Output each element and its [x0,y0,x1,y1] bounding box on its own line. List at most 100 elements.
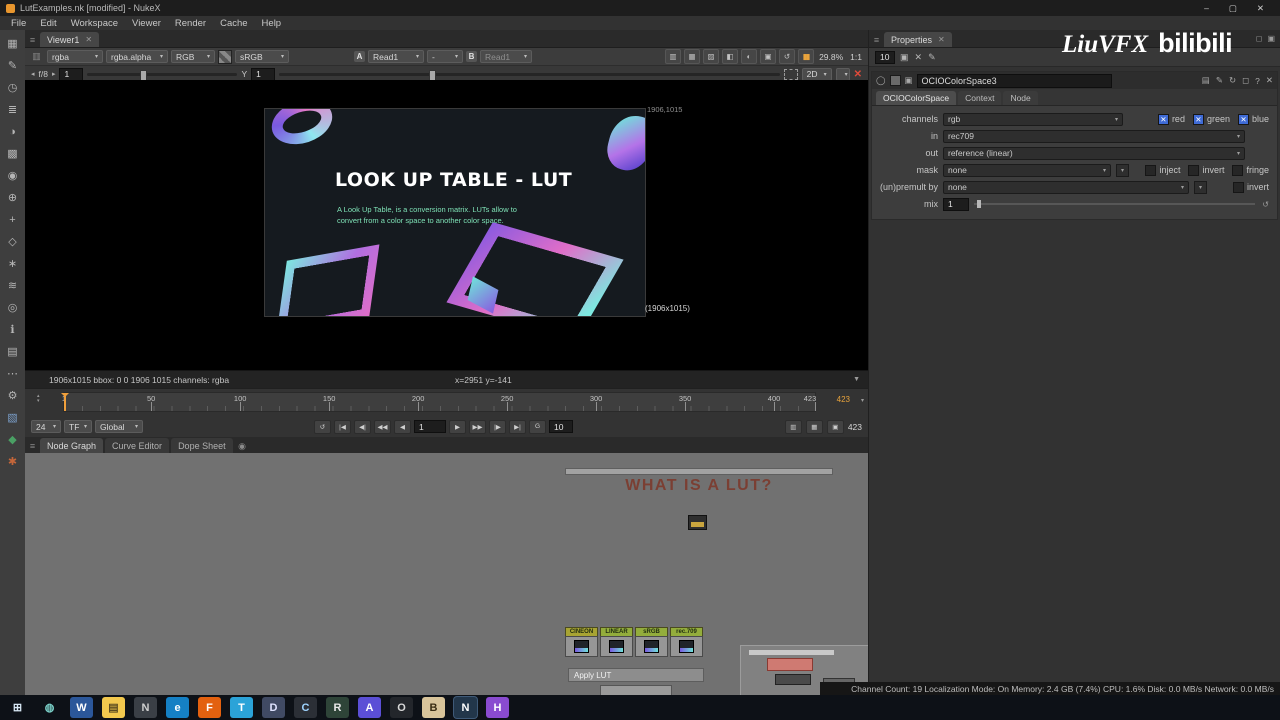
tab-node-graph[interactable]: Node Graph [40,438,104,453]
taskbar-nuke-icon[interactable]: N [454,697,477,718]
toolbar-ocio-icon[interactable]: ▧ [2,407,23,428]
toolbar-image-icon[interactable]: ▦ [2,33,23,54]
loop-mode-button[interactable]: ↺ [314,419,331,434]
gain-icon[interactable]: ◐ [741,49,758,64]
tab-dope-sheet[interactable]: Dope Sheet [171,438,233,453]
node-rec.709[interactable]: rec.709 [670,627,703,657]
menu-render[interactable]: Render [168,18,213,29]
taskbar-obs-icon[interactable]: O [390,697,413,718]
info-dropdown-icon[interactable]: ▼ [853,376,860,383]
mask-inject-checkbox[interactable] [1145,164,1157,176]
pencil-icon[interactable]: ✎ [1216,75,1223,86]
frame-spinner[interactable]: ▴ ▾ [37,394,40,404]
buffer-b-dropdown[interactable]: Read1 [480,50,532,63]
frame-increment-field[interactable]: 10 [549,420,573,433]
zebra-icon[interactable]: ▨ [703,49,720,64]
lock-icon[interactable]: ▣ [826,419,844,434]
tab-properties[interactable]: Properties ✕ [884,32,952,47]
clear-panels-icon[interactable]: ✕ [915,52,923,63]
toolbar-3d-icon[interactable]: ◇ [2,231,23,252]
gamma-slider-knob[interactable] [429,69,437,81]
tab-viewer1[interactable]: Viewer1 ✕ [40,32,100,47]
revert-icon[interactable]: ↻ [1229,75,1236,86]
tab-node[interactable]: Node [1003,91,1038,105]
tab-close-icon[interactable]: ✕ [85,35,92,44]
node-swatch[interactable] [889,75,901,86]
toolbar-deep-icon[interactable]: ≋ [2,275,23,296]
frame-ruler[interactable]: 150100150200250300350400423 [61,392,816,412]
roi-region-icon[interactable] [783,68,798,80]
taskbar-firefox-icon[interactable]: F [198,697,221,718]
menu-help[interactable]: Help [255,18,289,29]
mask-overlay-icon[interactable]: ◧ [722,49,739,64]
out-colorspace-dropdown[interactable]: reference (linear) [943,146,1245,160]
checker-icon[interactable]: ▦ [684,49,701,64]
toolbar-transform-icon[interactable]: + [2,209,23,230]
buffer-a-badge[interactable]: A [354,51,365,62]
play-forward-button[interactable]: ▶ [449,419,466,434]
toolbar-particles-icon[interactable]: ∗ [2,253,23,274]
gain-slider[interactable] [87,69,238,81]
toolbar-merge-icon[interactable]: ⊕ [2,187,23,208]
abort-render-icon[interactable]: ✕ [854,69,862,80]
taskbar-edge-icon[interactable]: e [166,697,189,718]
gamma-value-field[interactable]: 1 [251,67,276,81]
channels-dropdown[interactable]: rgb [943,112,1123,126]
taskbar-adobe-icon[interactable]: A [358,697,381,718]
fast-backward-button[interactable]: ◀◀ [374,419,391,434]
pane-grip-icon[interactable]: ≡ [25,33,40,47]
toolbar-draw-icon[interactable]: ✎ [2,55,23,76]
wipe-mode-dropdown[interactable]: - [427,50,463,63]
frame-increment-mode-button[interactable]: G [529,419,546,434]
toolbar-channel-icon[interactable]: ≣ [2,99,23,120]
toolbar-time-icon[interactable]: ◷ [2,77,23,98]
toolbar-metadata-icon[interactable]: ℹ [2,319,23,340]
toolbar-flow-icon[interactable]: ◆ [2,429,23,450]
tab-close-icon[interactable]: ✕ [938,35,945,44]
taskbar-telegram-icon[interactable]: T [230,697,253,718]
pause-icon[interactable]: ▮▮ [798,49,815,64]
toolbar-other-icon[interactable]: ⋯ [2,363,23,384]
node-stub[interactable] [600,685,672,695]
tab-context[interactable]: Context [958,91,1002,105]
taskbar-word-icon[interactable]: W [70,697,93,718]
toolbar-custom-icon[interactable]: ✱ [2,451,23,472]
next-keyframe-button[interactable]: |▶ [489,419,506,434]
toolbar-views-icon[interactable]: ◎ [2,297,23,318]
minimize-button[interactable]: – [1204,3,1209,14]
buffer-b-badge[interactable]: B [466,51,477,62]
edit-icon[interactable]: ✎ [928,52,936,63]
premult-dropdown[interactable]: none [943,180,1189,194]
menu-viewer[interactable]: Viewer [125,18,168,29]
toolbar-keyer-icon[interactable]: ◉ [2,165,23,186]
view-mode-dropdown[interactable]: 2D [801,67,832,81]
tab-curve-editor[interactable]: Curve Editor [105,438,170,453]
mask-invert-checkbox[interactable] [1188,164,1200,176]
goto-end-button[interactable]: ▶| [509,419,526,434]
taskbar-vscode-icon[interactable]: C [294,697,317,718]
pane-float-icon[interactable]: ◻ [1256,34,1263,43]
viewer-canvas[interactable]: 1906,1015 LOOK UP TABLE - LUT A Look Up … [25,80,868,371]
menu-cache[interactable]: Cache [213,18,254,29]
help-icon[interactable]: ? [1255,76,1260,86]
menu-file[interactable]: File [4,18,33,29]
proxy-ratio[interactable]: 1:1 [848,52,864,62]
fast-forward-button[interactable]: ▶▶ [469,419,486,434]
close-button[interactable]: ✕ [1257,3,1264,14]
fstop-value-field[interactable]: 1 [59,67,84,81]
channels-dropdown[interactable]: rgba [47,50,103,63]
viewer-colorspace-dropdown[interactable]: sRGB [235,50,289,63]
dark-node[interactable] [775,674,811,685]
range-lock-icon[interactable]: ▥ [784,419,802,434]
mask-fringe-checkbox[interactable] [1232,164,1244,176]
channel-blue-checkbox[interactable]: ✕ [1237,113,1249,125]
current-frame-field[interactable]: 1 [414,420,446,433]
roi-icon[interactable]: ▣ [760,49,777,64]
tab-menu-icon[interactable]: ◉ [235,439,250,453]
node-srgb[interactable]: sRGB [635,627,668,657]
toolbar-toolsets-icon[interactable]: ▤ [2,341,23,362]
viewer-grip-icon[interactable]: ▥ [29,50,44,64]
taskbar-start-icon[interactable]: ⊞ [6,697,29,718]
channel-red-checkbox[interactable]: ✕ [1157,113,1169,125]
gain-swatch[interactable] [218,49,232,64]
